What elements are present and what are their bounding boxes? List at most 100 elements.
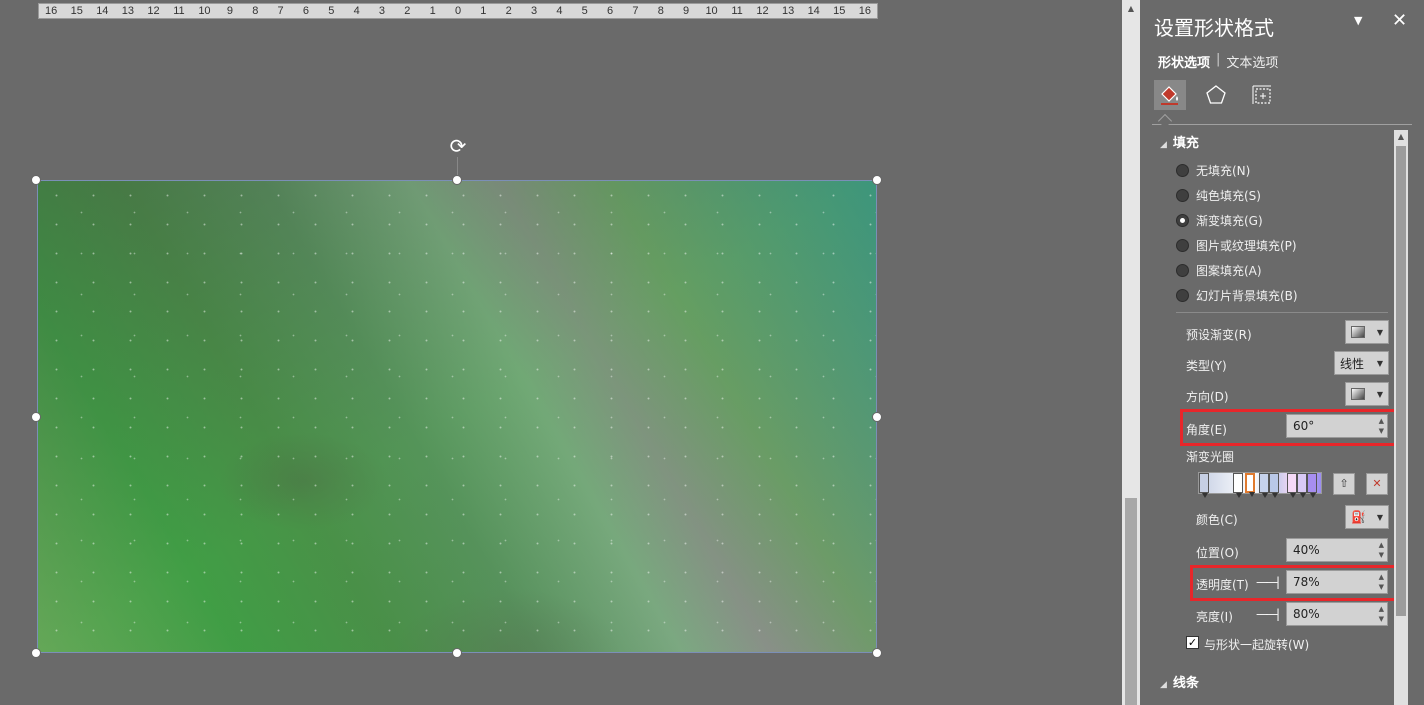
horizontal-ruler: 16 15 14 13 12 11 10 9 8 7 6 5 4 3 2 1 0 1 2 3 4 5 6 7 8 9 10 11 12 1… bbox=[38, 3, 878, 19]
chevron-down-icon: ▼ bbox=[1376, 327, 1383, 337]
gradient-stop-6[interactable] bbox=[1297, 473, 1307, 498]
color-dropdown[interactable]: ⛽ ▼ bbox=[1345, 505, 1389, 529]
resize-handle-bottom-right[interactable] bbox=[872, 648, 882, 658]
gradient-stop-1[interactable] bbox=[1199, 473, 1209, 498]
ruler-tick-label: 15 bbox=[833, 5, 846, 17]
rotate-handle-icon[interactable]: ⟳ bbox=[446, 135, 470, 159]
ruler-tick-label: 7 bbox=[277, 5, 284, 17]
position-spinner[interactable]: 40% ▲ ▼ bbox=[1286, 538, 1388, 562]
preset-gradient-dropdown[interactable]: ▼ bbox=[1345, 320, 1389, 344]
format-shape-panel: 设置形状格式 ▼ ✕ 形状选项 | 文本选项 ◢ 填充 无填充(N) 纯色填充(S)… bbox=[1140, 0, 1424, 705]
add-gradient-stop-icon[interactable]: ⇧ bbox=[1333, 473, 1355, 495]
gradient-stop-2[interactable] bbox=[1233, 473, 1243, 498]
gradient-stops-bar[interactable] bbox=[1198, 472, 1322, 498]
resize-handle-left[interactable] bbox=[31, 412, 41, 422]
radio-button[interactable] bbox=[1176, 189, 1189, 202]
direction-dropdown[interactable]: ▼ bbox=[1345, 382, 1389, 406]
ruler-tick-label: 8 bbox=[657, 5, 664, 17]
transparency-slider-icon[interactable]: ——| bbox=[1256, 575, 1280, 589]
fill-option-3[interactable]: 图片或纹理填充(P) bbox=[1176, 237, 1297, 254]
ruler-tick-label: 16 bbox=[45, 5, 58, 17]
panel-scroll-thumb[interactable] bbox=[1396, 146, 1406, 616]
ruler-tick-label: 3 bbox=[530, 5, 538, 17]
spinner-arrows-icon[interactable]: ▲ ▼ bbox=[1379, 572, 1384, 592]
size-layout-icon[interactable] bbox=[1246, 80, 1278, 110]
spinner-arrows-icon[interactable]: ▲ ▼ bbox=[1379, 540, 1384, 560]
radio-button[interactable] bbox=[1176, 289, 1189, 302]
type-value: 线性 bbox=[1340, 356, 1365, 371]
fill-option-1[interactable]: 纯色填充(S) bbox=[1176, 187, 1261, 204]
gradient-stop-4[interactable] bbox=[1269, 473, 1279, 498]
fill-option-4[interactable]: 图案填充(A) bbox=[1176, 262, 1262, 279]
panel-options-dropdown-icon[interactable]: ▼ bbox=[1354, 14, 1362, 27]
icon-row-caret bbox=[1157, 113, 1173, 129]
angle-label: 角度(E) bbox=[1186, 423, 1227, 437]
resize-handle-top[interactable] bbox=[452, 175, 462, 185]
brightness-slider-icon[interactable]: ——| bbox=[1256, 607, 1280, 621]
gradient-rectangle-shape[interactable] bbox=[37, 180, 877, 653]
ruler-tick-label: 3 bbox=[378, 5, 386, 17]
scroll-up-arrow-icon[interactable]: ▲ bbox=[1396, 132, 1406, 142]
type-dropdown[interactable]: 线性 ▼ bbox=[1334, 351, 1389, 375]
paint-bucket-icon[interactable] bbox=[1154, 80, 1186, 110]
ruler-tick-label: 13 bbox=[781, 5, 795, 17]
tab-separator: | bbox=[1216, 52, 1221, 67]
ruler-tick-label: 4 bbox=[353, 5, 360, 17]
angle-spinner[interactable]: 60° ▲ ▼ bbox=[1286, 414, 1388, 438]
chevron-down-icon: ▼ bbox=[1376, 358, 1383, 368]
panel-scrollbar[interactable]: ▲ bbox=[1394, 130, 1408, 705]
radio-button[interactable] bbox=[1176, 264, 1189, 277]
fill-option-2[interactable]: 渐变填充(G) bbox=[1176, 212, 1263, 229]
ruler-tick-label: 16 bbox=[858, 5, 871, 17]
rotate-with-shape-checkbox[interactable]: ✓ bbox=[1186, 636, 1199, 649]
position-value: 40% bbox=[1293, 543, 1320, 557]
fill-option-5[interactable]: 幻灯片背景填充(B) bbox=[1176, 287, 1298, 304]
radio-button[interactable] bbox=[1176, 164, 1189, 177]
tab-shape-options[interactable]: 形状选项 bbox=[1158, 52, 1210, 71]
canvas-scrollbar[interactable]: ▲ bbox=[1122, 0, 1140, 705]
angle-value: 60° bbox=[1293, 419, 1315, 433]
gradient-stop-5[interactable] bbox=[1287, 473, 1297, 498]
fill-section-header[interactable]: ◢ 填充 bbox=[1160, 132, 1199, 151]
panel-tabs: 形状选项 | 文本选项 bbox=[1158, 52, 1278, 71]
ruler-tick-label: 9 bbox=[226, 5, 233, 17]
resize-handle-right[interactable] bbox=[872, 412, 882, 422]
ruler-tick-label: 5 bbox=[581, 5, 588, 17]
scroll-up-arrow-icon[interactable]: ▲ bbox=[1125, 4, 1137, 14]
brightness-value: 80% bbox=[1293, 607, 1320, 621]
brightness-spinner[interactable]: 80% ▲ ▼ bbox=[1286, 602, 1388, 626]
radio-button[interactable] bbox=[1176, 239, 1189, 252]
resize-handle-top-right[interactable] bbox=[872, 175, 882, 185]
ruler-tick-label: 14 bbox=[807, 5, 820, 17]
ruler-tick-label: 2 bbox=[404, 5, 411, 17]
line-section-header[interactable]: ◢ 线条 bbox=[1160, 672, 1199, 691]
tab-text-options[interactable]: 文本选项 bbox=[1226, 52, 1278, 71]
transparency-label: 透明度(T) bbox=[1196, 578, 1249, 592]
gradient-stop-7[interactable] bbox=[1307, 473, 1317, 498]
gradient-stops-label: 渐变光圈 bbox=[1186, 450, 1235, 464]
panel-close-icon[interactable]: ✕ bbox=[1392, 10, 1407, 31]
gradient-stop-selected[interactable] bbox=[1245, 473, 1255, 497]
rotate-with-shape-label: 与形状一起旋转(W) bbox=[1204, 638, 1310, 652]
ruler-tick-label: 0 bbox=[454, 5, 462, 17]
resize-handle-bottom[interactable] bbox=[452, 648, 462, 658]
remove-gradient-stop-icon[interactable]: ✕ bbox=[1366, 473, 1388, 495]
preset-gradient-label: 预设渐变(R) bbox=[1186, 328, 1252, 342]
gradient-stop-3[interactable] bbox=[1259, 473, 1269, 498]
ruler-tick-label: 7 bbox=[632, 5, 639, 17]
canvas-scroll-thumb[interactable] bbox=[1125, 498, 1137, 705]
ruler-tick-label: 14 bbox=[96, 5, 109, 17]
ruler-tick-label: 5 bbox=[328, 5, 335, 17]
fill-option-label: 纯色填充(S) bbox=[1196, 189, 1261, 203]
radio-button[interactable] bbox=[1176, 214, 1189, 227]
resize-handle-top-left[interactable] bbox=[31, 175, 41, 185]
gradient-swatch-icon bbox=[1351, 388, 1365, 400]
transparency-spinner[interactable]: 78% ▲ ▼ bbox=[1286, 570, 1388, 594]
spinner-arrows-icon[interactable]: ▲ ▼ bbox=[1379, 604, 1384, 624]
pentagon-icon[interactable] bbox=[1200, 80, 1232, 110]
fill-option-label: 无填充(N) bbox=[1196, 164, 1251, 178]
fill-option-0[interactable]: 无填充(N) bbox=[1176, 162, 1250, 179]
ruler-tick-label: 4 bbox=[556, 5, 563, 17]
resize-handle-bottom-left[interactable] bbox=[31, 648, 41, 658]
spinner-arrows-icon[interactable]: ▲ ▼ bbox=[1379, 416, 1384, 436]
